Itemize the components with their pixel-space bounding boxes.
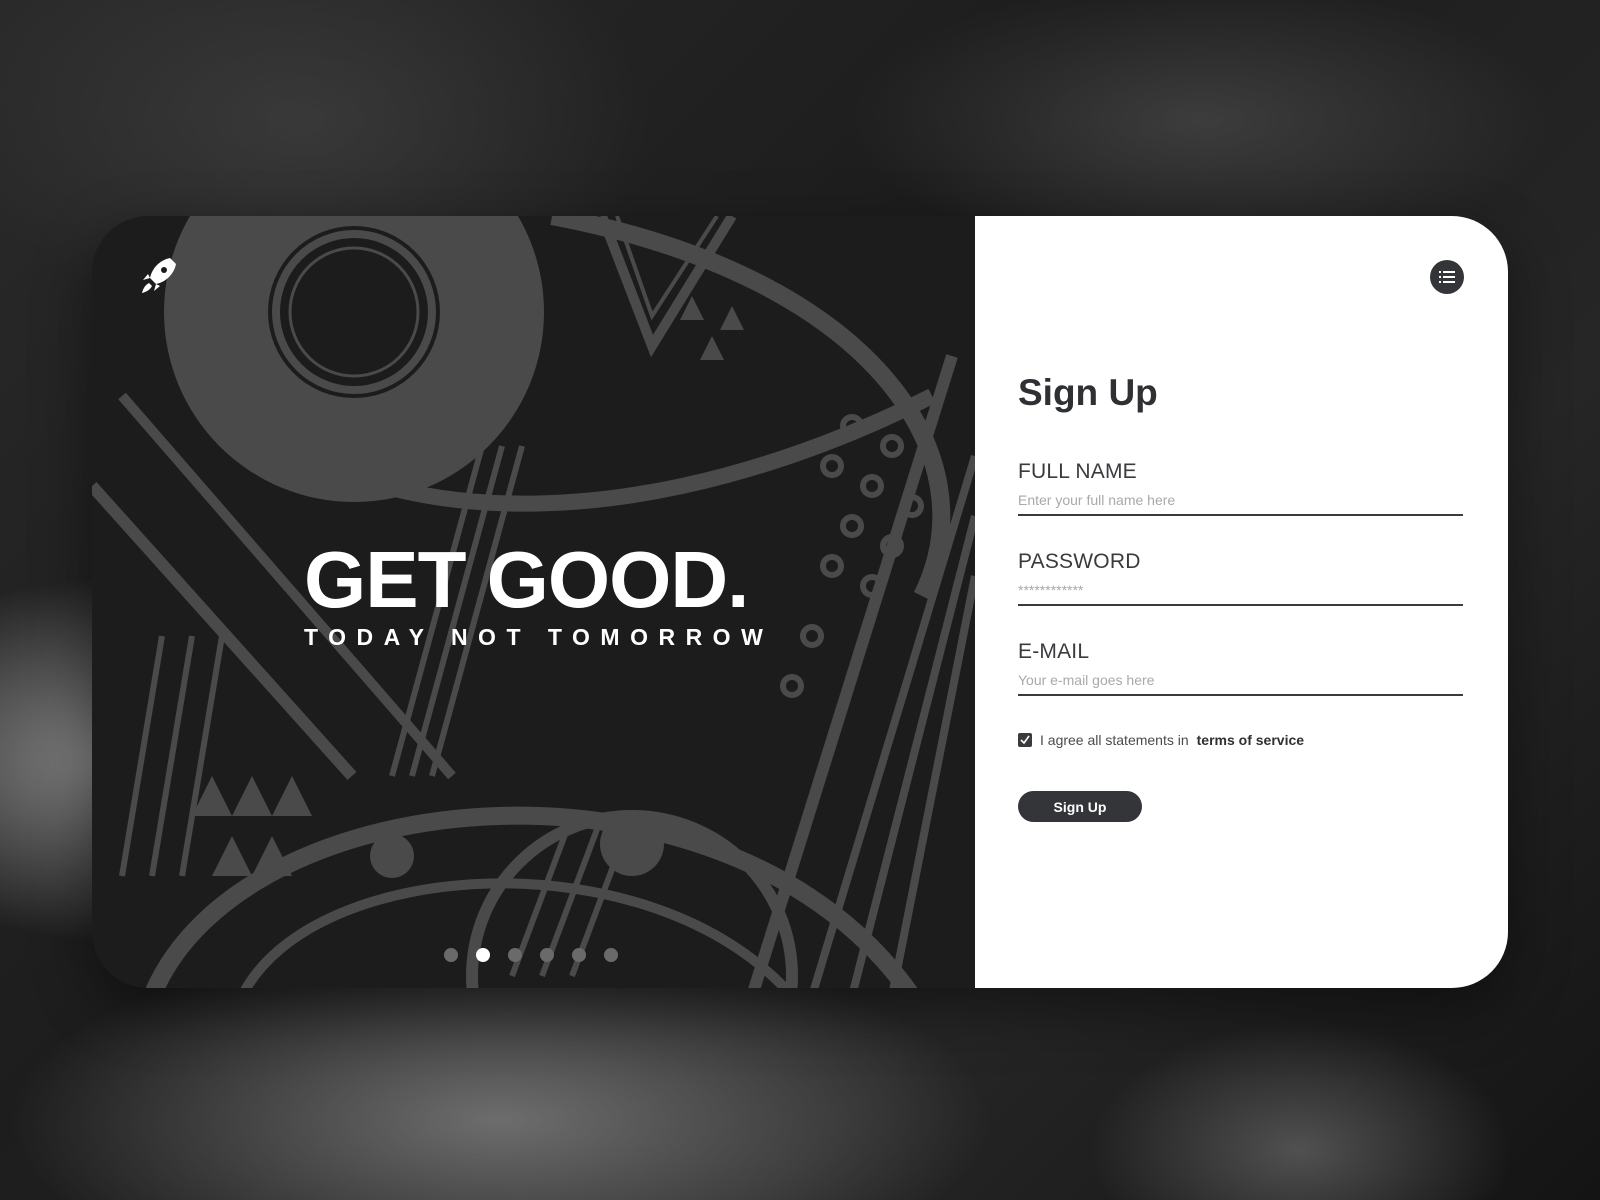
terms-text: I agree all statements in	[1040, 732, 1189, 748]
sign-up-button[interactable]: Sign Up	[1018, 791, 1142, 822]
terms-checkbox[interactable]	[1018, 733, 1032, 747]
password-field: PASSWORD	[1018, 550, 1463, 606]
carousel-dot[interactable]	[572, 948, 586, 962]
terms-of-service-link[interactable]: terms of service	[1197, 732, 1304, 748]
email-input[interactable]	[1018, 666, 1463, 696]
hero-title: GET GOOD.	[304, 535, 749, 624]
terms-agreement: I agree all statements in terms of servi…	[1018, 732, 1304, 748]
password-label: PASSWORD	[1018, 550, 1141, 573]
menu-button[interactable]	[1430, 260, 1464, 294]
form-title: Sign Up	[1018, 372, 1158, 413]
full-name-label: FULL NAME	[1018, 460, 1137, 483]
email-field: E-MAIL	[1018, 640, 1463, 696]
carousel-dot-active[interactable]	[476, 948, 490, 962]
form-panel: Sign Up FULL NAME PASSWORD E-MAIL I agre…	[975, 216, 1508, 988]
email-label: E-MAIL	[1018, 640, 1090, 663]
full-name-field: FULL NAME	[1018, 460, 1463, 516]
signup-card: GET GOOD. TODAY NOT TOMORROW Sign Up FUL…	[92, 216, 1508, 988]
hero-text: GET GOOD. TODAY NOT TOMORROW	[304, 538, 773, 651]
rocket-icon[interactable]	[140, 256, 176, 296]
carousel-pagination	[444, 948, 618, 962]
password-input[interactable]	[1018, 576, 1463, 606]
hero-panel: GET GOOD. TODAY NOT TOMORROW	[92, 216, 975, 988]
carousel-dot[interactable]	[444, 948, 458, 962]
carousel-dot[interactable]	[508, 948, 522, 962]
list-icon	[1439, 271, 1455, 283]
hero-subtitle: TODAY NOT TOMORROW	[304, 624, 774, 650]
carousel-dot[interactable]	[540, 948, 554, 962]
checkmark-icon	[1020, 735, 1030, 745]
carousel-dot[interactable]	[604, 948, 618, 962]
full-name-input[interactable]	[1018, 486, 1463, 516]
